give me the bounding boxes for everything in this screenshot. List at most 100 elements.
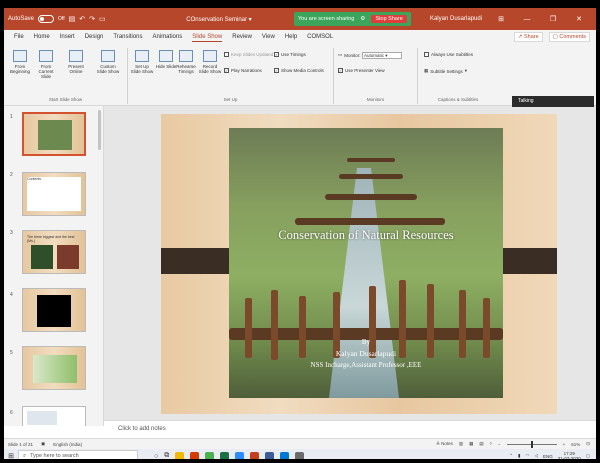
use-presenter-view-check[interactable]: ✓ Use Presenter View bbox=[338, 68, 385, 73]
zoom-out-icon[interactable]: − bbox=[498, 442, 501, 447]
tab-view[interactable]: View bbox=[262, 33, 275, 41]
slide-thumbnail-1[interactable] bbox=[22, 112, 86, 156]
zoom-slider[interactable] bbox=[506, 440, 557, 448]
ribbon-group-set-up: Set Up Slide Show Hide Slide Rehearse Ti… bbox=[128, 48, 334, 104]
always-use-subtitles-check[interactable]: Always Use Subtitles bbox=[424, 52, 473, 57]
powerpoint-icon[interactable] bbox=[250, 451, 260, 459]
comments-button[interactable]: ▢ Comments bbox=[548, 32, 590, 42]
custom-slide-show-button[interactable]: Custom Slide Show bbox=[96, 50, 120, 74]
slide-thumbnail-4[interactable] bbox=[22, 288, 86, 332]
app-icon[interactable] bbox=[295, 451, 305, 459]
thumbnail-scrollbar[interactable] bbox=[98, 110, 101, 150]
keep-slides-updated-check[interactable]: Keep Slides Updated bbox=[224, 52, 273, 57]
current-slide[interactable]: Conservation of Natural Resources By Kal… bbox=[161, 114, 557, 414]
language-indicator[interactable]: English (India) bbox=[53, 442, 82, 447]
present-icon[interactable]: ▭ bbox=[99, 15, 106, 23]
present-online-button[interactable]: Present Online bbox=[64, 50, 88, 74]
rehearse-timings-button[interactable]: Rehearse Timings bbox=[174, 50, 198, 74]
chrome-icon[interactable] bbox=[205, 451, 215, 459]
slide-sorter-icon[interactable]: ▦ bbox=[469, 441, 473, 447]
ribbon-display-icon[interactable]: ⊞ bbox=[494, 15, 508, 23]
battery-icon[interactable]: ▮ bbox=[518, 453, 520, 459]
zoom-app-icon[interactable] bbox=[235, 451, 245, 459]
taskbar-clock[interactable]: 17:29 31-07-2020 bbox=[558, 451, 581, 459]
tab-insert[interactable]: Insert bbox=[60, 33, 75, 41]
slide-thumbnail-5[interactable] bbox=[22, 346, 86, 390]
user-name[interactable]: Kalyan Dusarlapudi bbox=[430, 16, 482, 22]
file-explorer-icon[interactable] bbox=[175, 451, 185, 459]
tab-help[interactable]: Help bbox=[285, 33, 297, 41]
cortana-icon[interactable]: ○ bbox=[154, 453, 158, 460]
tab-animations[interactable]: Animations bbox=[153, 33, 183, 41]
slide-show-icon[interactable]: ▿ bbox=[490, 441, 492, 447]
thumbnail-number: 4 bbox=[10, 292, 13, 298]
taskbar-search-box[interactable]: ⌕ Type here to search bbox=[18, 450, 138, 459]
system-tray: ⌃ ▮ ◠ ◁ ENG 17:29 31-07-2020 ▢ bbox=[509, 451, 596, 459]
thumbnail-image bbox=[27, 411, 57, 425]
from-beginning-button[interactable]: From Beginning bbox=[8, 50, 32, 74]
zoom-slider-thumb[interactable] bbox=[530, 440, 533, 448]
thumbnail-number: 5 bbox=[10, 350, 13, 356]
app-icon[interactable] bbox=[265, 451, 275, 459]
checkbox-icon bbox=[224, 52, 229, 57]
share-button[interactable]: ↗ Share bbox=[513, 32, 543, 42]
language-indicator[interactable]: ENG bbox=[543, 454, 553, 459]
fit-slide-icon[interactable]: ⊡ bbox=[586, 441, 590, 447]
thumbnail-number: 1 bbox=[10, 114, 13, 120]
windows-start-icon[interactable]: ⊞ bbox=[4, 449, 18, 459]
tab-review[interactable]: Review bbox=[232, 33, 252, 41]
close-button[interactable]: ✕ bbox=[572, 15, 586, 23]
subtitle-settings-button[interactable]: ▦ Subtitle Settings ▾ bbox=[424, 68, 467, 74]
slide-title[interactable]: Conservation of Natural Resources bbox=[229, 228, 503, 243]
slide-thumbnail-pane[interactable]: 1 2 Contents 3 The three biggest and the… bbox=[4, 106, 104, 426]
thumbnail-photo bbox=[38, 120, 72, 150]
wifi-icon[interactable]: ◠ bbox=[526, 453, 530, 459]
reading-view-icon[interactable]: ▤ bbox=[479, 441, 483, 447]
slide-author[interactable]: Kalyan Dusarlapudi bbox=[229, 349, 503, 358]
monitor-select[interactable]: Automatic ▾ bbox=[362, 52, 402, 59]
show-media-controls-check[interactable]: ✓ Show Media Controls bbox=[274, 68, 324, 73]
tab-design[interactable]: Design bbox=[85, 33, 104, 41]
from-current-slide-button[interactable]: From Current Slide bbox=[34, 50, 58, 79]
stop-share-button[interactable]: Stop Share bbox=[371, 15, 407, 23]
volume-icon[interactable]: ◁ bbox=[534, 453, 537, 459]
tab-transitions[interactable]: Transitions bbox=[113, 33, 142, 41]
tab-slide-show[interactable]: Slide Show bbox=[192, 33, 223, 42]
excel-icon[interactable] bbox=[220, 451, 230, 459]
minimize-button[interactable]: — bbox=[520, 16, 534, 23]
tab-home[interactable]: Home bbox=[34, 33, 50, 41]
zoom-in-icon[interactable]: + bbox=[563, 442, 566, 447]
notification-icon[interactable]: ▢ bbox=[586, 453, 590, 459]
play-narrations-check[interactable]: ✓ Play Narrations bbox=[224, 68, 262, 73]
slide-thumbnail-3[interactable]: The three biggest and the best (Ms.) bbox=[22, 230, 86, 274]
notes-toggle[interactable]: ≙ Notes bbox=[436, 441, 453, 447]
autosave-toggle[interactable] bbox=[38, 15, 55, 23]
normal-view-icon[interactable]: ▥ bbox=[459, 441, 463, 447]
slide-byline[interactable]: By bbox=[229, 338, 503, 346]
set-up-slide-show-button[interactable]: Set Up Slide Show bbox=[130, 50, 154, 74]
tab-comsol[interactable]: COMSOL bbox=[307, 33, 333, 41]
canal-photo[interactable]: Conservation of Natural Resources By Kal… bbox=[229, 128, 503, 398]
save-icon[interactable]: ▤ bbox=[69, 15, 76, 23]
notes-pane[interactable]: Click to add notes bbox=[104, 420, 596, 438]
slide-author-role[interactable]: NSS Incharge,Assistant Professor ,EEE bbox=[229, 361, 503, 369]
record-slide-show-button[interactable]: Record Slide Show bbox=[198, 50, 222, 74]
view-controls: ≙ Notes ▥ ▦ ▤ ▿ − + 61% ⊡ bbox=[436, 440, 596, 448]
undo-icon[interactable]: ↶ bbox=[79, 15, 85, 23]
task-view-icon[interactable]: ⧉ bbox=[164, 452, 169, 459]
office-icon[interactable] bbox=[190, 451, 200, 459]
slide-editor: Conservation of Natural Resources By Kal… bbox=[104, 106, 596, 420]
tray-chevron-icon[interactable]: ⌃ bbox=[509, 453, 513, 459]
slide-thumbnail-6[interactable] bbox=[22, 406, 86, 426]
redo-icon[interactable]: ↷ bbox=[89, 15, 95, 23]
app-icon[interactable] bbox=[280, 451, 290, 459]
slide-thumbnail-2[interactable]: Contents bbox=[22, 172, 86, 216]
restore-button[interactable]: ❐ bbox=[546, 15, 560, 23]
tab-file[interactable]: File bbox=[14, 33, 24, 41]
zoom-level[interactable]: 61% bbox=[571, 442, 580, 447]
proofing-icon[interactable]: ▣ bbox=[41, 441, 45, 447]
use-timings-check[interactable]: ✓ Use Timings bbox=[274, 52, 306, 57]
group-label-start: Start Slide Show bbox=[48, 97, 83, 102]
share-options-icon[interactable]: ⚙ bbox=[360, 16, 365, 22]
footbridge-log bbox=[325, 194, 417, 200]
